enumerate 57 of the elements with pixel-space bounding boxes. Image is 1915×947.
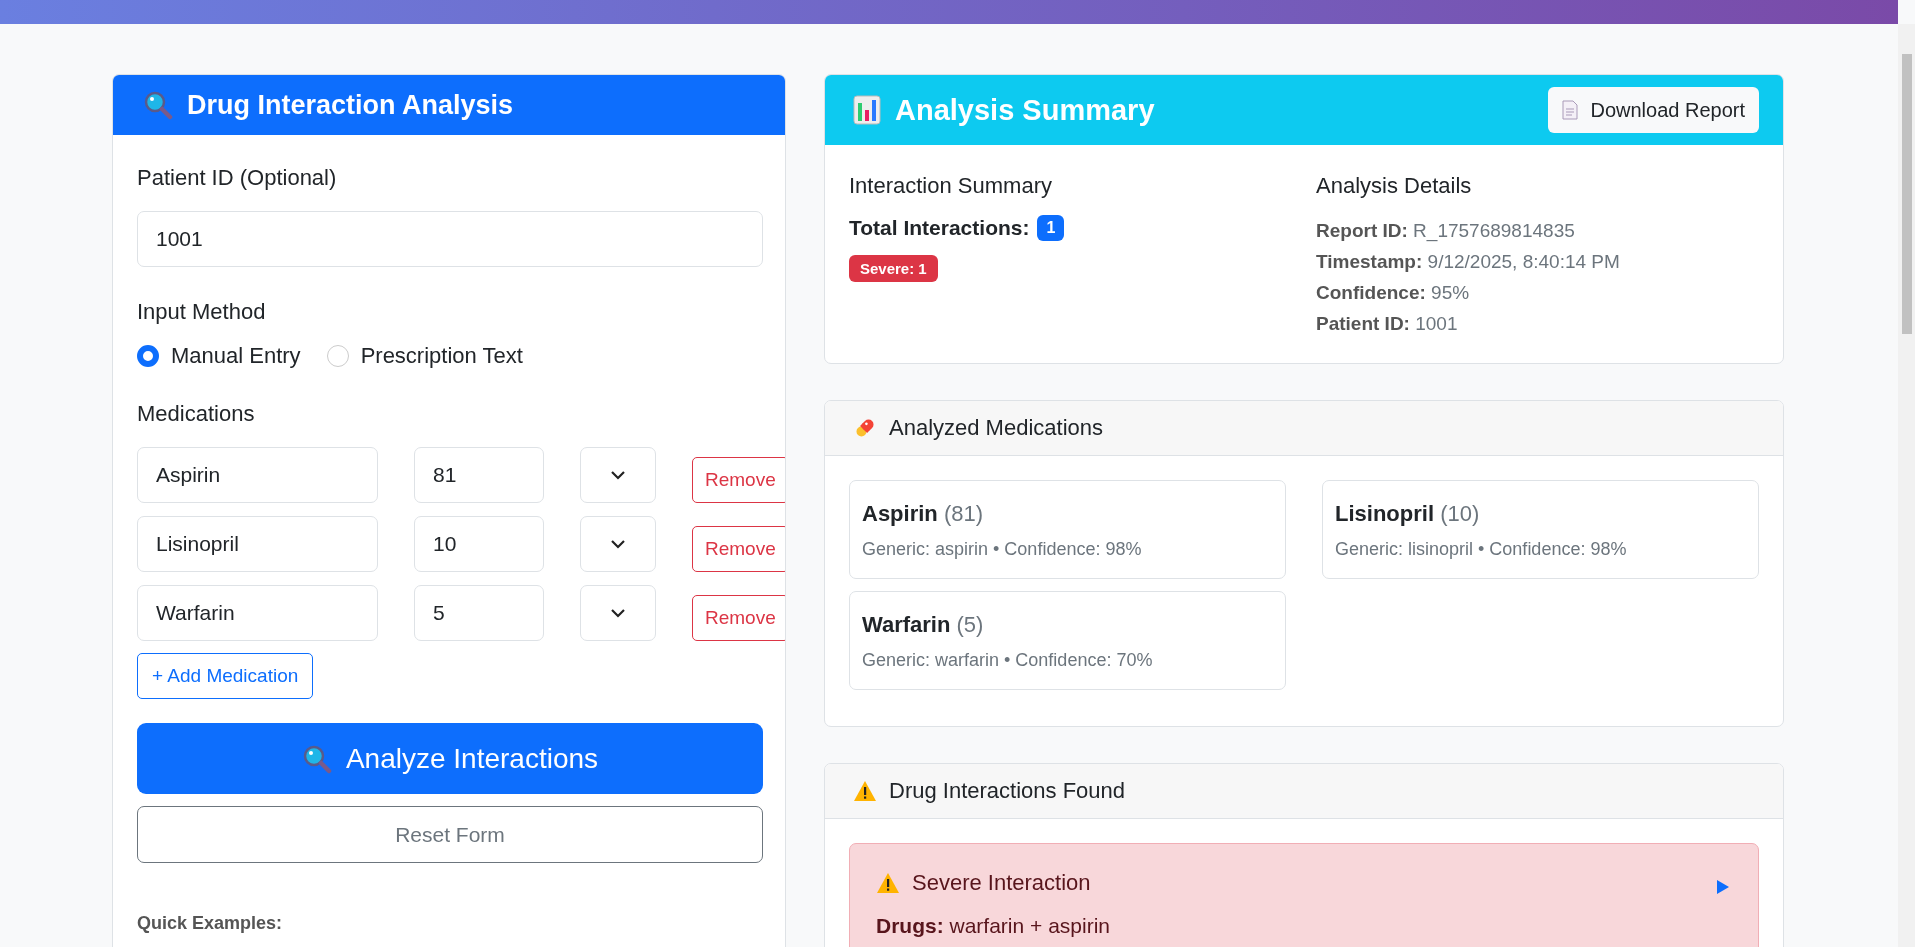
chevron-down-icon <box>610 539 626 549</box>
remove-button[interactable]: Remove <box>692 457 785 503</box>
chevron-down-icon <box>610 470 626 480</box>
warning-icon <box>853 779 877 803</box>
dose-field[interactable]: 5 <box>414 585 544 641</box>
medication-name-field[interactable]: Warfarin <box>137 585 378 641</box>
severity-badge: Severe: 1 <box>849 255 938 282</box>
radio-option[interactable]: Prescription Text <box>326 343 523 369</box>
warning-icon <box>876 871 900 895</box>
add-medication-button[interactable]: + Add Medication <box>137 653 314 699</box>
chevron-down-icon <box>610 608 626 618</box>
section-heading: Interaction Summary <box>849 173 1053 199</box>
dose-field[interactable]: 10 <box>414 516 544 572</box>
quick-examples-label: Quick Examples: <box>137 913 284 934</box>
magnifier-icon <box>143 90 173 120</box>
download-report-button[interactable]: Download Report <box>1548 87 1759 133</box>
pill-icon <box>853 416 877 440</box>
field-label: Patient ID (Optional) <box>137 165 338 191</box>
medication-info: Generic: aspirin • Confidence: 98% <box>862 539 1143 560</box>
unit-dropdown[interactable] <box>580 447 656 503</box>
count-badge: 1 <box>1037 215 1065 241</box>
field-label: Medications <box>137 401 256 427</box>
interaction-drugs: Drugs: warfarin + aspirin <box>876 914 1111 938</box>
medication-name: Lisinopril (10) <box>1335 501 1481 527</box>
magnifier-icon <box>301 743 332 774</box>
detail-line: Timestamp: 9/12/2025, 8:40:14 PM <box>1316 250 1621 274</box>
total-interactions-label: Total Interactions: <box>849 216 1030 240</box>
remove-button[interactable]: Remove <box>692 526 785 572</box>
card-title: Analyzed Medications <box>889 415 1103 441</box>
analyze-button[interactable]: Analyze Interactions <box>137 723 763 794</box>
medication-name-field[interactable]: Lisinopril <box>137 516 378 572</box>
medication-info: Generic: lisinopril • Confidence: 98% <box>1335 539 1628 560</box>
remove-button[interactable]: Remove <box>692 595 785 641</box>
detail-line: Patient ID: 1001 <box>1316 312 1459 336</box>
unit-dropdown[interactable] <box>580 516 656 572</box>
interaction-alert[interactable]: Severe Interaction Drugs: warfarin + aspirin <box>849 843 1759 947</box>
summary-title: Analysis Summary <box>895 93 1156 127</box>
detail-line: Report ID: R_1757689814835 <box>1316 219 1576 244</box>
patient-id-field[interactable]: 1001 <box>137 211 763 267</box>
panel-title: Drug Interaction Analysis <box>187 89 514 121</box>
radio-option[interactable]: Manual Entry <box>137 343 301 369</box>
document-icon <box>1562 100 1579 120</box>
unit-dropdown[interactable] <box>580 585 656 641</box>
medication-name-field[interactable]: Aspirin <box>137 447 378 503</box>
section-heading: Analysis Details <box>1316 173 1473 199</box>
expand-icon[interactable] <box>1716 879 1730 895</box>
interaction-severity: Severe Interaction <box>912 870 1092 896</box>
bar-chart-icon <box>853 95 881 125</box>
reset-button[interactable]: Reset Form <box>137 806 763 863</box>
card-title: Drug Interactions Found <box>889 778 1126 804</box>
detail-line: Confidence: 95% <box>1316 281 1471 305</box>
medication-name: Warfarin (5) <box>862 612 985 638</box>
dose-field[interactable]: 81 <box>414 447 544 503</box>
scrollbar[interactable] <box>1898 24 1915 947</box>
medication-info: Generic: warfarin • Confidence: 70% <box>862 650 1154 671</box>
medication-name: Aspirin (81) <box>862 501 985 527</box>
field-label: Input Method <box>137 299 267 325</box>
